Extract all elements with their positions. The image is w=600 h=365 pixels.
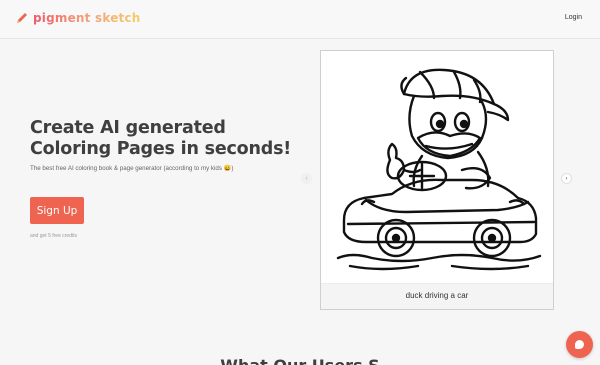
- top-bar: pigment sketch Login: [0, 0, 600, 39]
- chevron-left-icon: ‹: [305, 175, 308, 182]
- carousel-prev-button[interactable]: ‹: [301, 173, 312, 184]
- chevron-right-icon: ›: [565, 175, 568, 182]
- login-link[interactable]: Login: [565, 14, 582, 21]
- sign-up-button[interactable]: Sign Up: [30, 197, 84, 224]
- carousel-next-button[interactable]: ›: [561, 173, 572, 184]
- brand-logo[interactable]: pigment sketch: [16, 11, 141, 25]
- example-card: duck driving a car: [320, 50, 554, 310]
- brand-name: pigment sketch: [33, 11, 141, 25]
- testimonials-heading: What Our Users S: [0, 356, 600, 365]
- chat-bubble-icon: [575, 340, 584, 349]
- image-caption: duck driving a car: [405, 291, 469, 300]
- chat-button[interactable]: [566, 331, 593, 358]
- free-credits-note: and get 5 free credits: [30, 233, 77, 239]
- pencil-icon: [17, 13, 27, 23]
- hero-title: Create AI generated Coloring Pages in se…: [30, 118, 292, 159]
- duck-coloring-page-image: [322, 52, 552, 282]
- hero-subtitle: The best free AI coloring book & page ge…: [30, 165, 234, 172]
